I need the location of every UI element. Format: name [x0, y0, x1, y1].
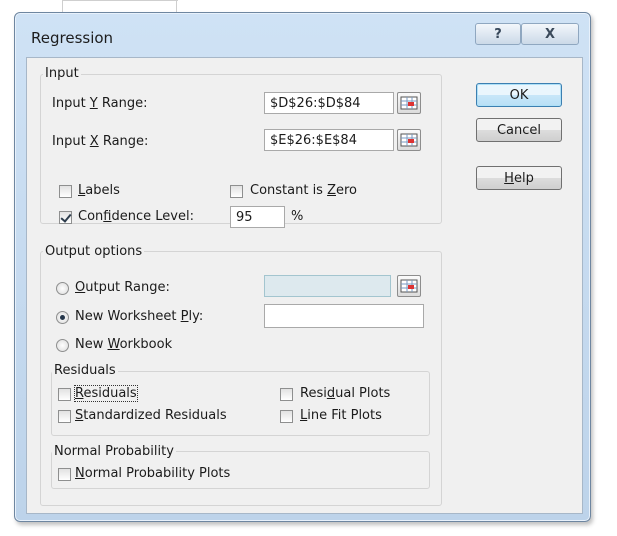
background-gridline: [62, 0, 178, 1]
line-fit-plots-label: Line Fit Plots: [300, 408, 382, 423]
constant-zero-checkbox[interactable]: [230, 185, 243, 198]
standardized-residuals-label: Standardized Residuals: [75, 408, 227, 423]
regression-dialog: Regression ? X Input Input Y Range: $D$2…: [14, 12, 591, 522]
question-icon: ?: [494, 26, 502, 42]
labels-checkbox-label: Labels: [78, 183, 120, 198]
labels-checkbox[interactable]: [59, 185, 72, 198]
ok-button[interactable]: OK: [476, 83, 562, 107]
new-worksheet-ply-label: New Worksheet Ply:: [75, 309, 204, 324]
title-bar[interactable]: Regression ? X: [15, 13, 590, 47]
residual-plots-checkbox[interactable]: [280, 388, 293, 401]
confidence-level-label: Confidence Level:: [78, 209, 194, 224]
confidence-level-checkbox[interactable]: [59, 211, 72, 224]
close-button[interactable]: X: [521, 23, 579, 45]
background-gridline: [62, 0, 63, 12]
range-select-icon: [400, 133, 418, 147]
input-y-range-field[interactable]: $D$26:$D$84: [264, 92, 394, 114]
y-range-collapse-button[interactable]: [397, 92, 421, 114]
output-range-radio[interactable]: [56, 282, 69, 295]
new-worksheet-ply-radio[interactable]: [56, 311, 69, 324]
new-workbook-label: New Workbook: [75, 337, 173, 352]
residuals-group: [51, 371, 430, 436]
help-title-button[interactable]: ?: [475, 23, 521, 45]
dialog-title: Regression: [31, 29, 114, 47]
help-button-label: Help: [504, 170, 534, 186]
output-range-label: Output Range:: [75, 280, 170, 295]
normal-probability-group-label: Normal Probability: [52, 444, 176, 459]
close-icon: X: [544, 26, 556, 42]
background-gridline: [176, 0, 177, 12]
new-worksheet-ply-field[interactable]: [264, 304, 424, 328]
residual-plots-label: Residual Plots: [300, 386, 391, 401]
normal-probability-plots-checkbox[interactable]: [58, 468, 71, 481]
input-y-range-label: Input Y Range:: [52, 96, 148, 111]
input-group-label: Input: [43, 66, 81, 81]
residuals-group-label: Residuals: [52, 363, 118, 378]
standardized-residuals-checkbox[interactable]: [58, 410, 71, 423]
new-workbook-radio[interactable]: [56, 339, 69, 352]
range-select-icon: [400, 279, 418, 293]
input-x-range-label: Input X Range:: [52, 134, 149, 149]
normal-probability-plots-label: Normal Probability Plots: [75, 466, 231, 481]
line-fit-plots-checkbox[interactable]: [280, 410, 293, 423]
output-range-field[interactable]: [264, 275, 391, 297]
x-range-collapse-button[interactable]: [397, 129, 421, 151]
dialog-client-area: Input Input Y Range: $D$26:$D$84 Input X…: [26, 57, 583, 514]
output-range-collapse-button[interactable]: [397, 275, 421, 297]
confidence-level-field[interactable]: 95: [230, 206, 285, 228]
constant-zero-label: Constant is Zero: [250, 183, 358, 198]
output-options-label: Output options: [43, 244, 145, 259]
input-x-range-field[interactable]: $E$26:$E$84: [264, 129, 394, 151]
residuals-checkbox-label: Residuals: [74, 385, 138, 402]
residuals-checkbox[interactable]: [58, 388, 71, 401]
percent-label: %: [291, 209, 304, 224]
cancel-button[interactable]: Cancel: [476, 118, 562, 142]
range-select-icon: [400, 96, 418, 110]
help-button[interactable]: Help: [476, 166, 562, 190]
